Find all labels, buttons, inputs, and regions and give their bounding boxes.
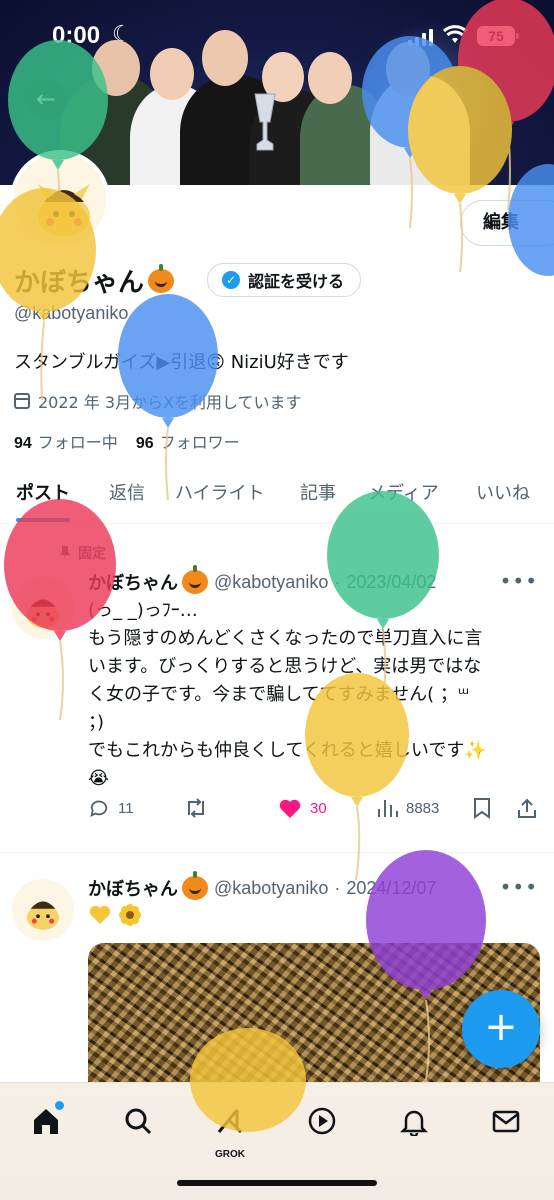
tab-posts[interactable]: ポスト — [16, 466, 70, 522]
profile-avatar[interactable] — [10, 150, 110, 250]
nav-video[interactable] — [302, 1101, 342, 1141]
profile-handle: @kabotyaniko — [14, 303, 129, 323]
moon-icon: ☾ — [112, 22, 132, 47]
status-bar: 0:00 ☾ 75 — [0, 0, 554, 74]
get-verified-button[interactable]: ✓ 認証を受ける — [207, 263, 362, 297]
search-icon — [125, 1108, 152, 1135]
post-actions: 11 30 8883 — [88, 797, 538, 827]
yellow-heart-icon — [89, 905, 111, 924]
verify-badge-icon: ✓ — [222, 271, 240, 289]
post-avatar[interactable] — [12, 879, 74, 941]
post-text-line: く女の子です。今まで騙しててすみません( ；ᵚ — [88, 684, 470, 705]
tab-replies[interactable]: 返信 — [109, 466, 145, 522]
back-arrow-icon[interactable]: ← — [26, 80, 66, 120]
post-header: かぼちゃん @kabotyaniko · 2023/04/02 — [88, 565, 436, 595]
join-date-text: 2022 年 3月からXを利用しています — [38, 393, 302, 412]
post-text-line: 😭 — [88, 768, 110, 789]
profile-bio: スタンブルガイズ▶︎引退🙃 NiziU好きです — [14, 352, 349, 373]
heart-icon — [279, 799, 301, 818]
post-handle: @kabotyaniko — [214, 877, 329, 898]
post-text-line: (っ_ _)っﾌｰ… — [88, 600, 198, 621]
post-text: (っ_ _)っﾌｰ… もう隠すのめんどくさくなったので単刀直入に言 います。びっ… — [88, 597, 538, 793]
compose-post-button[interactable]: + — [462, 990, 540, 1068]
share-button[interactable] — [516, 797, 538, 819]
reply-icon — [90, 800, 108, 817]
pumpkin-icon — [182, 871, 208, 900]
reply-button[interactable]: 11 — [88, 797, 134, 819]
following-link[interactable]: 94 フォロー中 — [14, 429, 118, 453]
followers-count: 96 — [135, 435, 154, 452]
post-text-line: でもこれからも仲良くしてくれると嬉しいです✨ — [88, 740, 487, 761]
plus-icon: + — [484, 1004, 518, 1050]
post[interactable]: 固定 かぼちゃん @kabotyaniko · 2023/04/02 ••• (… — [0, 525, 554, 853]
post-author-name: かぼちゃん — [88, 879, 178, 900]
wifi-icon — [443, 25, 467, 43]
tab-articles[interactable]: 記事 — [300, 466, 336, 522]
post-emoji — [88, 903, 142, 927]
edit-profile-button[interactable]: 編集 — [460, 200, 554, 246]
views-icon — [378, 800, 398, 817]
profile-name: かぼちゃん — [14, 262, 175, 299]
more-icon[interactable]: ••• — [500, 569, 538, 593]
nav-search[interactable] — [118, 1101, 158, 1141]
tab-media[interactable]: メディア — [368, 466, 439, 522]
post-handle: @kabotyaniko — [214, 571, 329, 592]
bell-icon — [399, 1110, 429, 1136]
calendar-icon — [14, 393, 30, 409]
grok-icon — [217, 1109, 243, 1134]
nav-grok[interactable]: GROK — [210, 1101, 250, 1160]
sunflower-icon — [119, 904, 141, 926]
cellular-signal-icon — [408, 28, 433, 46]
repost-icon — [188, 798, 204, 818]
post-text-line: います。びっくりすると思うけど、実は男ではな — [88, 656, 482, 677]
post-text-line: もう隠すのめんどくさくなったので単刀直入に言 — [88, 628, 483, 649]
notification-dot — [55, 1101, 64, 1110]
battery-indicator: 75 — [477, 26, 519, 46]
join-date: 2022 年 3月からXを利用しています — [14, 389, 302, 413]
nav-messages[interactable] — [486, 1101, 526, 1141]
post-avatar[interactable] — [12, 577, 74, 639]
post[interactable]: かぼちゃん @kabotyaniko · 2024/12/07 ••• — [0, 853, 554, 1103]
pin-icon — [60, 546, 70, 560]
like-count: 30 — [310, 799, 327, 817]
tab-highlights[interactable]: ハイライト — [175, 466, 265, 522]
post-date[interactable]: 2024/12/07 — [346, 878, 436, 899]
views-count: 8883 — [406, 799, 440, 817]
reply-count: 11 — [118, 799, 134, 817]
profile-name-text: かぼちゃん — [14, 268, 145, 298]
followers-link[interactable]: 96 フォロワー — [136, 429, 240, 453]
bookmark-button[interactable] — [472, 797, 492, 819]
get-verified-label: 認証を受ける — [248, 272, 345, 291]
follow-stats: 94 フォロー中 96 フォロワー — [14, 429, 240, 453]
following-count: 94 — [14, 435, 32, 452]
home-indicator — [177, 1180, 377, 1186]
pinned-text: 固定 — [78, 546, 106, 562]
play-icon — [308, 1107, 336, 1135]
grok-label: GROK — [215, 1149, 245, 1160]
repost-button[interactable] — [184, 797, 208, 819]
like-button[interactable]: 30 — [278, 797, 327, 819]
post-header: かぼちゃん @kabotyaniko · 2024/12/07 — [88, 871, 436, 901]
mail-icon — [492, 1110, 520, 1133]
home-icon — [34, 1109, 58, 1134]
more-icon[interactable]: ••• — [500, 875, 538, 899]
post-author[interactable]: かぼちゃん — [88, 871, 208, 901]
post-author[interactable]: かぼちゃん — [88, 565, 208, 595]
share-icon — [518, 798, 536, 818]
pumpkin-icon — [148, 263, 175, 293]
pinned-label: 固定 — [60, 543, 106, 563]
followers-label: フォロワー — [159, 433, 240, 452]
post-author-name: かぼちゃん — [88, 573, 178, 594]
post-text-line: ；) — [88, 712, 105, 733]
status-time: 0:00 — [52, 22, 101, 49]
views-button[interactable]: 8883 — [376, 797, 439, 819]
post-date[interactable]: 2023/04/02 — [346, 572, 436, 593]
following-label: フォロー中 — [37, 433, 118, 452]
bookmark-icon — [474, 798, 490, 819]
nav-notifications[interactable] — [394, 1101, 434, 1141]
profile-tabs: ポスト 返信 ハイライト 記事 メディア いいね — [0, 466, 554, 524]
pumpkin-icon — [182, 565, 208, 594]
nav-home[interactable] — [26, 1101, 66, 1141]
tab-likes[interactable]: いいね — [476, 466, 530, 522]
